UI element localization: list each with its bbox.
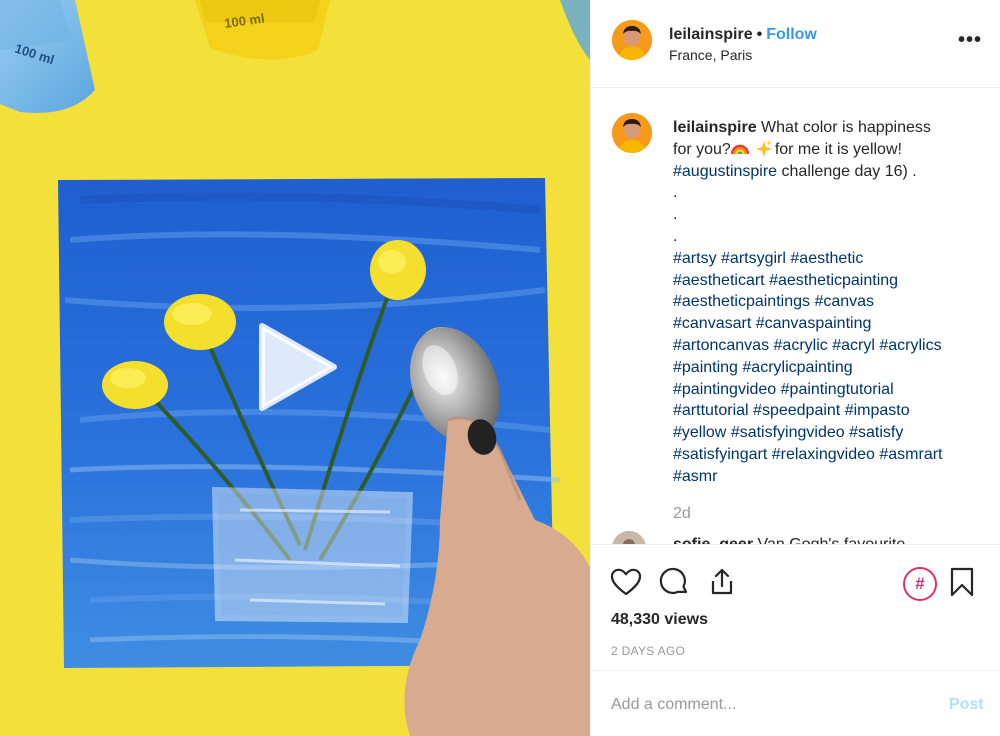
share-icon [711,568,733,595]
caption-age[interactable]: 2d [673,505,691,523]
hashtag-line: #painting #acrylicpainting [673,357,983,379]
hashtag-link[interactable]: #acrylics [879,337,941,354]
comment-username[interactable]: sofie_geer [673,536,753,544]
yellow-flower [164,294,236,350]
hashtag-link[interactable]: #satisfyingvideo [731,424,845,441]
hashtag-link[interactable]: #aestheticpainting [769,272,898,289]
post-video[interactable]: 100 ml 100 ml [0,0,590,736]
author-avatar[interactable] [612,20,652,60]
hashtag-link[interactable]: #paintingvideo [673,381,776,398]
hashtag-link[interactable]: #canvaspainting [756,315,872,332]
post-comment-button[interactable]: Post [949,696,984,714]
hashtag-link[interactable]: #satisfyingart [673,446,767,463]
hashtag-link[interactable]: #paintingtutorial [781,381,894,398]
caption-text: challenge day 16) . [777,162,917,180]
post-location[interactable]: France, Paris [669,47,752,63]
hashtag-line: #arttutorial #speedpaint #impasto [673,400,983,422]
hashtag-line: #aestheticpaintings #canvas [673,291,983,313]
comment-input[interactable] [611,691,911,719]
add-comment-bar: Post [591,670,1000,736]
hashtag-link[interactable]: #aesthetic [790,250,863,267]
caption-text: for you? [673,140,731,158]
hashtag-line: #asmr [673,466,983,488]
comment-item: sofie_geer Van Gogh's favourite [673,536,905,544]
view-count[interactable]: 48,330 views [611,611,708,629]
more-icon[interactable]: ••• [955,30,985,55]
post-side-panel: leilainspire • Follow France, Paris ••• le… [590,0,1000,736]
comment-icon [659,567,688,595]
caption-dot: . [673,206,678,224]
hashtag-link[interactable]: #acrylicpainting [742,359,852,376]
hashtag-link[interactable]: #arttutorial [673,402,749,419]
hashtag-link[interactable]: #augustinspire [673,163,777,180]
hashtag-link[interactable]: #satisfy [849,424,903,441]
separator-dot: • [756,26,763,43]
follow-button[interactable]: Follow [766,26,817,43]
save-button[interactable] [945,565,979,599]
hashtag-link[interactable]: #canvasart [673,315,751,332]
post-header: leilainspire • Follow France, Paris ••• [591,0,1000,88]
hashtag-link[interactable]: #relaxingvideo [772,446,875,463]
hashtag-link[interactable]: #aestheticpaintings [673,293,810,310]
hashtag-line: #satisfyingart #relaxingvideo #asmrart [673,444,983,466]
caption-dot: . [673,227,678,245]
hashtag-link[interactable]: #yellow [673,424,726,441]
caption-text: What color is happiness [761,119,931,136]
post-actions: # 48,330 views 2 DAYS AGO [591,544,1000,668]
hashtag-link[interactable]: #impasto [845,402,910,419]
share-button[interactable] [705,565,739,599]
hashtag-link[interactable]: #acrylic [774,337,828,354]
yellow-flower [102,361,168,409]
hashtag-link[interactable]: #aestheticart [673,272,765,289]
yellow-flower [370,240,426,300]
post-timestamp[interactable]: 2 DAYS AGO [611,644,685,658]
post-caption: leilainspire What color is happiness for… [673,117,983,488]
avatar-image [612,531,646,544]
hashtag-line: #yellow #satisfyingvideo #satisfy [673,422,983,444]
hashtag-icon[interactable]: # [903,567,937,601]
hashtag-link[interactable]: #speedpaint [753,402,840,419]
comments-section[interactable]: leilainspire What color is happiness for… [591,89,1000,544]
avatar-image [612,113,652,153]
hashtag-link[interactable]: #acryl [832,337,875,354]
caption-text: for me it is yellow! [774,140,902,158]
hashtag-line: #paintingvideo #paintingtutorial [673,379,983,401]
commenter-avatar[interactable] [612,531,646,544]
like-button[interactable] [609,565,643,599]
hashtag-link[interactable]: #asmr [673,468,717,485]
author-line: leilainspire • Follow [669,26,817,44]
play-button[interactable] [250,322,340,412]
heart-icon [610,568,642,596]
hashtag-line: #aestheticart #aestheticpainting [673,270,983,292]
avatar-image [612,20,652,60]
play-icon [259,323,337,411]
hashtag-link[interactable]: #asmrart [879,446,942,463]
caption-line: leilainspire What color is happiness [673,117,983,139]
hashtag-link[interactable]: #artoncanvas [673,337,769,354]
rainbow-emoji-icon [730,144,749,155]
caption-avatar[interactable] [612,113,652,153]
hashtag-line: #canvasart #canvaspainting [673,313,983,335]
caption-line: for you? for me it is yellow! [673,139,983,161]
caption-line: #augustinspire challenge day 16) . [673,161,983,183]
bookmark-icon [950,567,974,597]
sparkles-emoji-icon [755,139,772,157]
hashtag-link[interactable]: #artsy [673,250,717,267]
hashtag-link[interactable]: #canvas [814,293,874,310]
hashtag-link[interactable]: #artsygirl [721,250,786,267]
hashtag-line: #artsy #artsygirl #aesthetic [673,248,983,270]
caption-username[interactable]: leilainspire [673,119,757,136]
comment-text: Van Gogh's favourite [758,536,906,544]
caption-dot: . [673,184,678,202]
hashtag-link[interactable]: #painting [673,359,738,376]
author-username[interactable]: leilainspire [669,26,753,43]
comment-button[interactable] [657,565,691,599]
hashtag-line: #artoncanvas #acrylic #acryl #acrylics [673,335,983,357]
